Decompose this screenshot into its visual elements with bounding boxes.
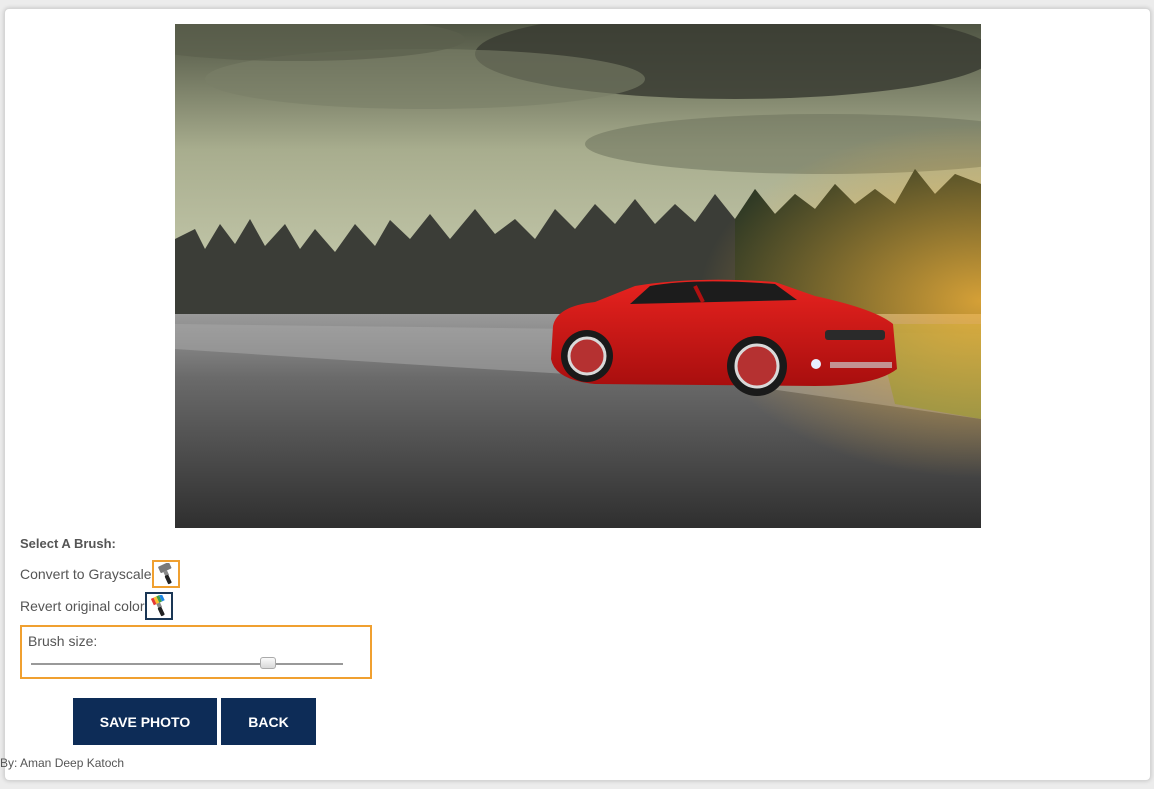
revert-color-brush-option[interactable]: Revert original color [20,591,173,621]
editor-card: Select A Brush: Convert to Grayscale Rev… [4,8,1151,781]
grayscale-label: Convert to Grayscale [20,566,152,582]
author-credit: By: Aman Deep Katoch [0,756,125,770]
paint-brush-rainbow-icon [150,595,165,617]
brush-size-label: Brush size: [28,633,98,649]
photo-canvas[interactable] [175,24,981,528]
select-brush-title: Select A Brush: [20,536,116,551]
grayscale-brush-option[interactable]: Convert to Grayscale [20,559,180,589]
paint-brush-gray-icon [157,563,172,585]
back-button[interactable]: BACK [221,698,316,745]
save-photo-button[interactable]: SAVE PHOTO [73,698,217,745]
brush-size-slider[interactable] [31,657,343,669]
brush-size-panel: Brush size: [20,625,372,679]
brush-size-slider-thumb[interactable] [260,657,277,669]
revert-color-brush-button[interactable] [144,592,173,620]
car-photo [175,24,981,528]
revert-label: Revert original color [20,598,145,614]
grayscale-brush-button[interactable] [151,560,180,588]
